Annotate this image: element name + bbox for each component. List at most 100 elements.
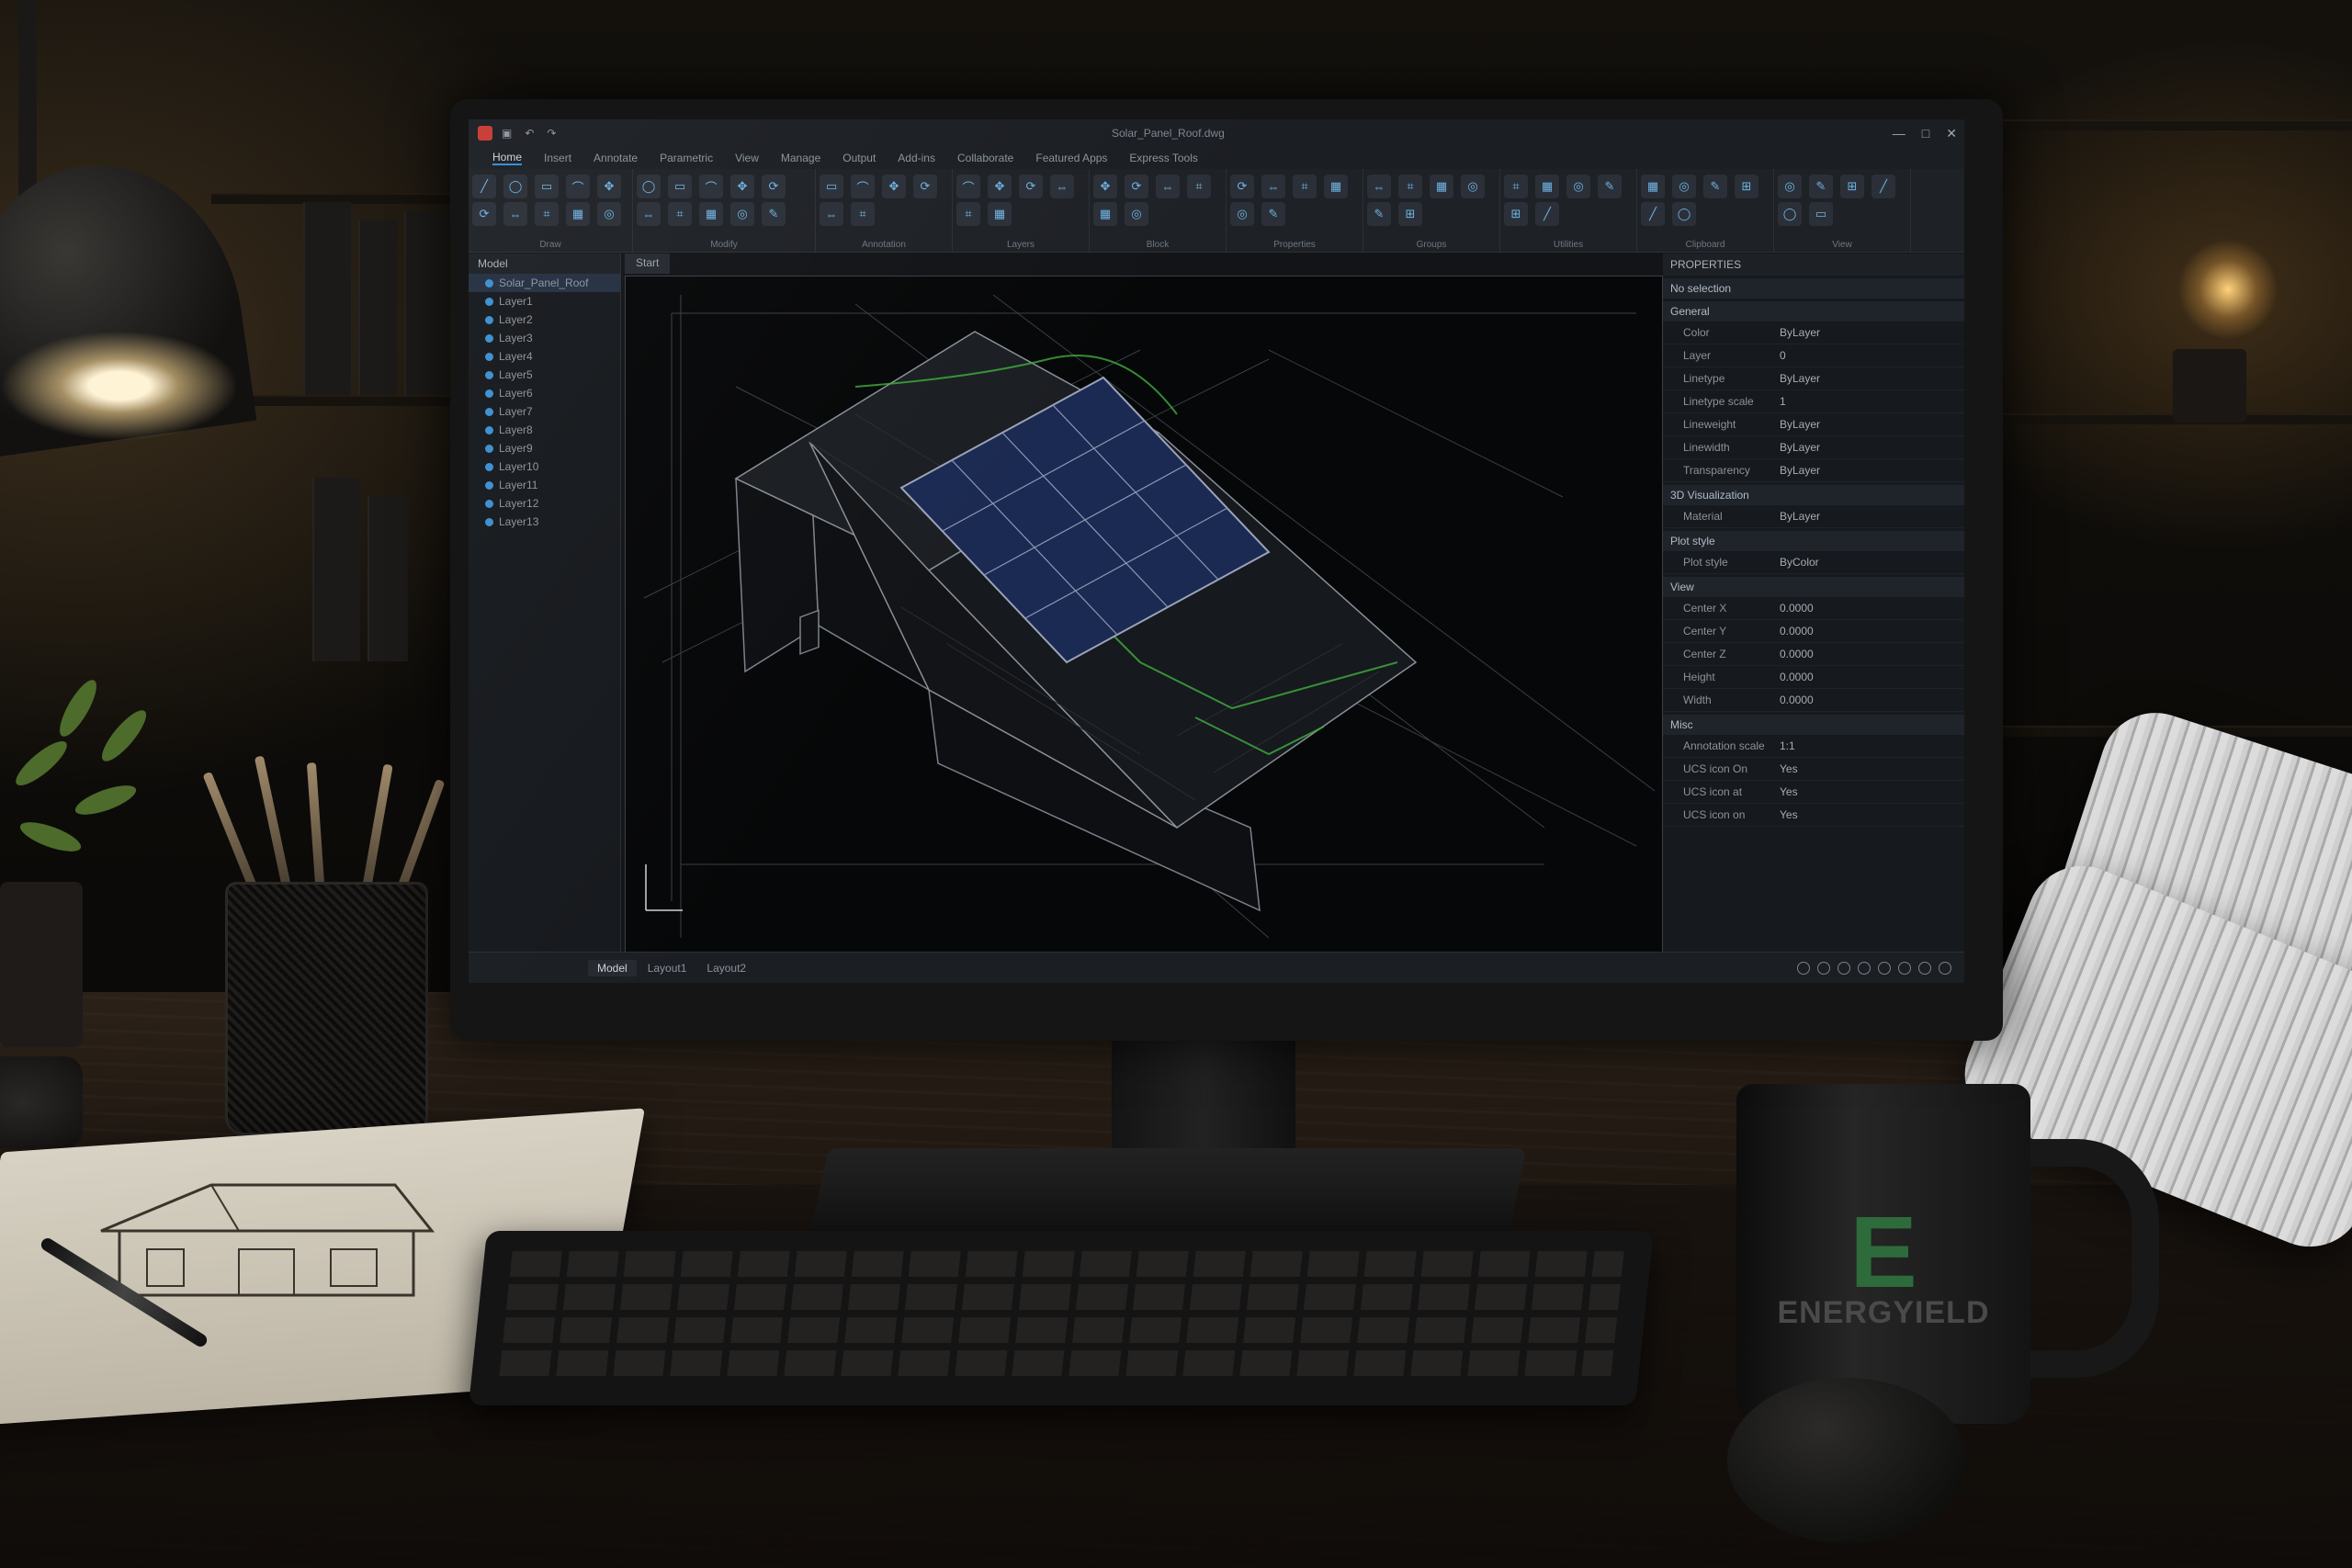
tool-icon[interactable]: ✥ xyxy=(882,175,906,198)
workspace-icon[interactable] xyxy=(1918,962,1931,975)
tool-icon[interactable]: ⇔ xyxy=(820,202,843,226)
property-row[interactable]: UCS icon On Yes xyxy=(1663,758,1964,781)
tool-icon[interactable]: ◎ xyxy=(1125,202,1148,226)
browser-item[interactable]: Layer6 xyxy=(469,384,620,402)
tool-icon[interactable]: ✎ xyxy=(1261,202,1285,226)
tool-icon[interactable]: ╱ xyxy=(1641,202,1665,226)
browser-item[interactable]: Layer2 xyxy=(469,310,620,329)
lineweight-toggle-icon[interactable] xyxy=(1898,962,1911,975)
tool-icon[interactable]: ◯ xyxy=(637,175,661,198)
tool-icon[interactable]: ⇔ xyxy=(637,202,661,226)
app-logo-icon[interactable] xyxy=(478,126,492,141)
tool-icon[interactable]: ▦ xyxy=(1430,175,1453,198)
tool-icon[interactable]: ⟳ xyxy=(913,175,937,198)
tool-icon[interactable]: ◎ xyxy=(1672,175,1696,198)
file-tab[interactable]: Start xyxy=(625,254,671,274)
ribbon-tab-add-ins[interactable]: Add-ins xyxy=(898,152,935,164)
tool-icon[interactable]: ▦ xyxy=(699,202,723,226)
tool-icon[interactable]: ⌒ xyxy=(851,175,875,198)
layout-tab-layout2[interactable]: Layout2 xyxy=(697,960,755,976)
customize-icon[interactable] xyxy=(1939,962,1951,975)
browser-item[interactable]: Layer8 xyxy=(469,421,620,439)
tool-icon[interactable]: ◎ xyxy=(597,202,621,226)
browser-item[interactable]: Layer13 xyxy=(469,513,620,531)
tool-icon[interactable]: ✎ xyxy=(1809,175,1833,198)
drawing-viewport[interactable] xyxy=(625,276,1663,953)
ribbon-tab-parametric[interactable]: Parametric xyxy=(660,152,713,164)
tool-icon[interactable]: ✥ xyxy=(730,175,754,198)
tool-icon[interactable]: ⌗ xyxy=(956,202,980,226)
maximize-icon[interactable]: □ xyxy=(1922,126,1929,141)
property-value[interactable]: 0.0000 xyxy=(1780,643,1964,665)
browser-item[interactable]: Layer11 xyxy=(469,476,620,494)
tool-icon[interactable]: ⌗ xyxy=(1187,175,1211,198)
ortho-toggle-icon[interactable] xyxy=(1838,962,1850,975)
browser-item[interactable]: Layer7 xyxy=(469,402,620,421)
tool-icon[interactable]: ✎ xyxy=(1367,202,1391,226)
property-row[interactable]: Linetype ByLayer xyxy=(1663,367,1964,390)
browser-item[interactable]: Layer9 xyxy=(469,439,620,457)
property-row[interactable]: Center Y 0.0000 xyxy=(1663,620,1964,643)
quick-access-redo-icon[interactable]: ↷ xyxy=(547,127,556,140)
property-row[interactable]: UCS icon on Yes xyxy=(1663,804,1964,827)
tool-icon[interactable]: ⌒ xyxy=(699,175,723,198)
tool-icon[interactable]: ▭ xyxy=(535,175,559,198)
section-plot-style[interactable]: Plot style xyxy=(1663,531,1964,551)
property-row[interactable]: Color ByLayer xyxy=(1663,321,1964,344)
property-value[interactable]: ByLayer xyxy=(1780,505,1964,527)
property-value[interactable]: 1 xyxy=(1780,390,1964,412)
tool-icon[interactable]: ✎ xyxy=(1703,175,1727,198)
property-row[interactable]: Layer 0 xyxy=(1663,344,1964,367)
browser-item[interactable]: Layer1 xyxy=(469,292,620,310)
property-row[interactable]: Linewidth ByLayer xyxy=(1663,436,1964,459)
ribbon-tab-featured-apps[interactable]: Featured Apps xyxy=(1035,152,1107,164)
tool-icon[interactable]: ⇔ xyxy=(503,202,527,226)
property-value[interactable]: ByColor xyxy=(1780,551,1964,573)
tool-icon[interactable]: ⇔ xyxy=(1261,175,1285,198)
tool-icon[interactable]: ▭ xyxy=(820,175,843,198)
property-row[interactable]: Annotation scale 1:1 xyxy=(1663,735,1964,758)
tool-icon[interactable]: ⟳ xyxy=(1230,175,1254,198)
close-icon[interactable]: ✕ xyxy=(1946,126,1957,141)
tool-icon[interactable]: ⌒ xyxy=(956,175,980,198)
tool-icon[interactable]: ╱ xyxy=(1871,175,1895,198)
tool-icon[interactable]: ✥ xyxy=(597,175,621,198)
tool-icon[interactable]: ▦ xyxy=(1641,175,1665,198)
browser-item[interactable]: Layer10 xyxy=(469,457,620,476)
ribbon-tab-collaborate[interactable]: Collaborate xyxy=(957,152,1013,164)
property-row[interactable]: Center X 0.0000 xyxy=(1663,597,1964,620)
tool-icon[interactable]: ▦ xyxy=(566,202,590,226)
tool-icon[interactable]: ⊞ xyxy=(1398,202,1422,226)
tool-icon[interactable]: ✥ xyxy=(988,175,1012,198)
quick-access-undo-icon[interactable]: ↶ xyxy=(525,127,534,140)
tool-icon[interactable]: ✎ xyxy=(1598,175,1622,198)
tool-icon[interactable]: ⇔ xyxy=(1367,175,1391,198)
property-value[interactable]: ByLayer xyxy=(1780,436,1964,458)
section-general[interactable]: General xyxy=(1663,301,1964,321)
roof-solar-drawing[interactable] xyxy=(626,276,1662,953)
layout-tab-layout1[interactable]: Layout1 xyxy=(639,960,696,976)
ribbon-tab-manage[interactable]: Manage xyxy=(781,152,820,164)
tool-icon[interactable]: ⟳ xyxy=(472,202,496,226)
tool-icon[interactable]: ▦ xyxy=(1324,175,1348,198)
browser-item[interactable]: Solar_Panel_Roof xyxy=(469,274,620,292)
tool-icon[interactable]: ▦ xyxy=(1093,202,1117,226)
browser-item[interactable]: Layer3 xyxy=(469,329,620,347)
ribbon-tab-insert[interactable]: Insert xyxy=(544,152,571,164)
section-misc[interactable]: Misc xyxy=(1663,715,1964,735)
tool-icon[interactable]: ⇔ xyxy=(1050,175,1074,198)
tool-icon[interactable]: ⌗ xyxy=(668,202,692,226)
grid-toggle-icon[interactable] xyxy=(1797,962,1810,975)
property-value[interactable]: ByLayer xyxy=(1780,367,1964,389)
tool-icon[interactable]: ⌗ xyxy=(1398,175,1422,198)
tool-icon[interactable]: ✎ xyxy=(762,202,786,226)
layout-tab-model[interactable]: Model xyxy=(588,960,637,976)
tool-icon[interactable]: ◎ xyxy=(1566,175,1590,198)
property-value[interactable]: 0.0000 xyxy=(1780,689,1964,711)
tool-icon[interactable]: ⊞ xyxy=(1735,175,1758,198)
tool-icon[interactable]: ◎ xyxy=(1461,175,1485,198)
tool-icon[interactable]: ▭ xyxy=(1809,202,1833,226)
property-value[interactable]: 1:1 xyxy=(1780,735,1964,757)
tool-icon[interactable]: ◯ xyxy=(1778,202,1802,226)
tool-icon[interactable]: ▭ xyxy=(668,175,692,198)
